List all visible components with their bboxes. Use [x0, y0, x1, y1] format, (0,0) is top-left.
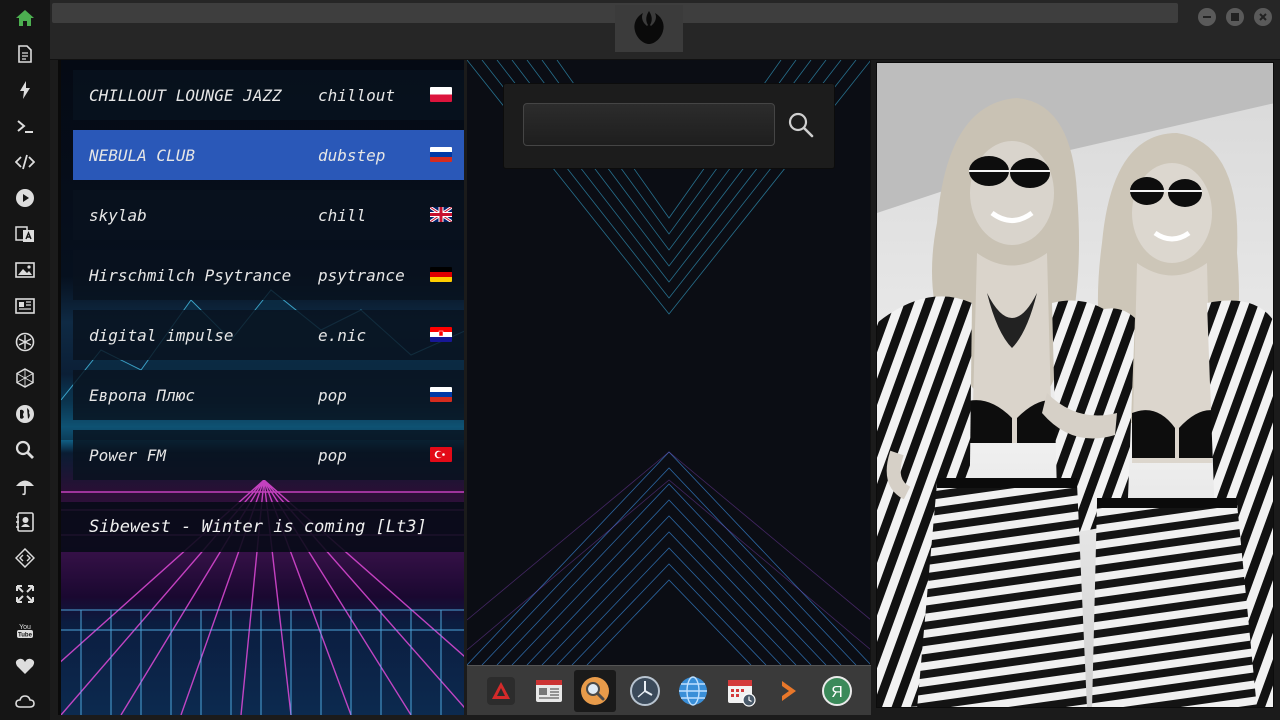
news-icon[interactable] — [528, 670, 570, 712]
search-icon[interactable] — [13, 438, 37, 462]
station-name: Европа Плюс — [89, 385, 195, 405]
minimize-icon — [1203, 16, 1211, 18]
terminal-icon[interactable] — [13, 114, 37, 138]
station-name: Hirschmilch Psytrance — [89, 265, 292, 285]
top-bar — [50, 0, 1280, 60]
station-genre: pop — [318, 385, 347, 405]
search-input[interactable] — [523, 103, 775, 146]
svg-text:Tube: Tube — [18, 633, 33, 639]
fashion-photo — [876, 62, 1274, 708]
turkey-flag-icon — [430, 447, 452, 462]
maximize-icon — [1231, 13, 1239, 21]
svg-text:You: You — [19, 624, 31, 631]
globe-icon[interactable] — [13, 402, 37, 426]
browser-globe-icon[interactable] — [672, 670, 714, 712]
yandex-icon[interactable]: Я — [816, 670, 858, 712]
station-name: skylab — [89, 205, 147, 225]
station-genre: psytrance — [318, 265, 405, 285]
minimize-button[interactable] — [1198, 8, 1216, 26]
station-list-panel: CHILLOUT LOUNGE JAZZ chillout NEBULA CLU… — [58, 60, 464, 715]
close-icon — [1259, 13, 1267, 21]
search-box — [503, 83, 835, 169]
station-genre: dubstep — [318, 145, 386, 165]
center-panel — [467, 60, 871, 665]
poland-flag-icon — [430, 87, 452, 102]
launcher-icon[interactable] — [480, 670, 522, 712]
station-row-active[interactable]: NEBULA CLUB dubstep — [73, 130, 464, 180]
yandex-label: Я — [831, 684, 843, 701]
uk-flag-icon — [430, 207, 452, 222]
logo-tab[interactable] — [615, 5, 683, 52]
rebel-icon[interactable] — [13, 330, 37, 354]
station-genre: pop — [318, 445, 347, 465]
contact-card-icon[interactable] — [13, 510, 37, 534]
youtube-icon[interactable]: You Tube — [13, 618, 37, 642]
station-genre: e.nic — [318, 325, 367, 345]
station-name: NEBULA CLUB — [89, 145, 195, 165]
heart-icon[interactable] — [13, 654, 37, 678]
close-button[interactable] — [1254, 8, 1272, 26]
terminal-arrow-icon[interactable] — [768, 670, 810, 712]
station-name: CHILLOUT LOUNGE JAZZ — [89, 85, 282, 105]
station-row[interactable]: digital impulse e.nic — [73, 310, 464, 360]
app-sidebar: You Tube — [0, 0, 50, 720]
croatia-flag-icon — [430, 327, 452, 342]
bolt-icon[interactable] — [13, 78, 37, 102]
russia-flag-icon — [430, 147, 452, 162]
station-row[interactable]: CHILLOUT LOUNGE JAZZ chillout — [73, 70, 464, 120]
cloud-icon[interactable] — [13, 690, 37, 714]
now-playing-title: Sibewest - Winter is coming [Lt3] — [61, 502, 464, 552]
calendar-icon[interactable] — [720, 670, 762, 712]
image-icon[interactable] — [13, 258, 37, 282]
germany-flag-icon — [430, 267, 452, 282]
russia-flag-icon — [430, 387, 452, 402]
station-genre: chillout — [318, 85, 396, 105]
search-app-icon[interactable] — [574, 670, 616, 712]
umbrella-icon[interactable] — [13, 474, 37, 498]
rebel-alliance-logo-icon — [634, 11, 664, 44]
code-icon[interactable] — [13, 150, 37, 174]
clock-icon[interactable] — [624, 670, 666, 712]
document-icon[interactable] — [13, 42, 37, 66]
code-diamond-icon[interactable] — [13, 546, 37, 570]
station-row[interactable]: Hirschmilch Psytrance psytrance — [73, 250, 464, 300]
station-row[interactable]: Power FM pop — [73, 430, 464, 480]
station-name: digital impulse — [89, 325, 234, 345]
photo-image — [877, 63, 1273, 707]
magnifier-icon — [788, 112, 814, 138]
dock: Я — [467, 665, 871, 715]
station-row[interactable]: Европа Плюс pop — [73, 370, 464, 420]
translate-icon[interactable] — [13, 222, 37, 246]
maximize-button[interactable] — [1226, 8, 1244, 26]
station-row[interactable]: skylab chill — [73, 190, 464, 240]
home-icon[interactable] — [13, 6, 37, 30]
search-button[interactable] — [786, 110, 816, 140]
station-genre: chill — [318, 205, 367, 225]
desktop: You Tube CHILLOUT LOUNGE JAZZ chillout N… — [0, 0, 1280, 720]
play-icon[interactable] — [13, 186, 37, 210]
station-name: Power FM — [89, 445, 167, 465]
newspaper-icon[interactable] — [13, 294, 37, 318]
fullscreen-icon[interactable] — [13, 582, 37, 606]
hexagon-icon[interactable] — [13, 366, 37, 390]
